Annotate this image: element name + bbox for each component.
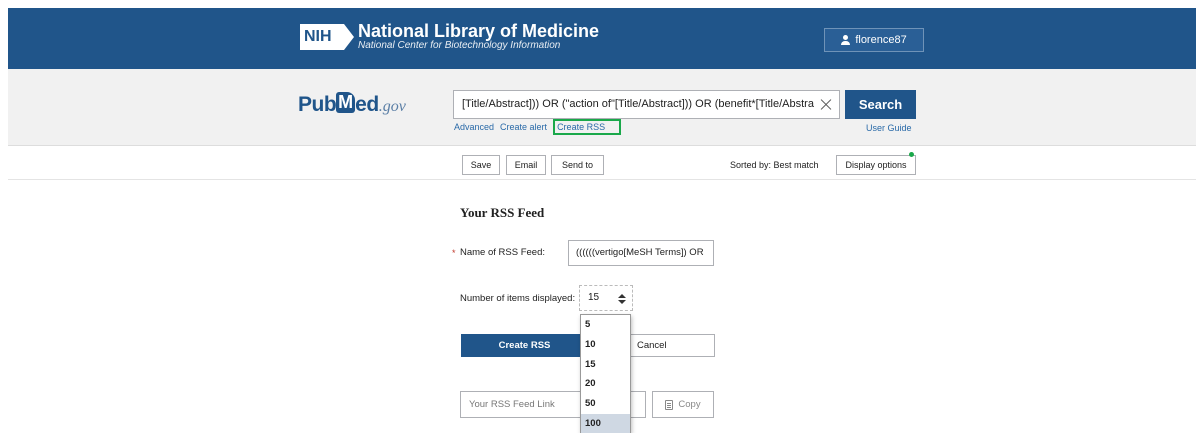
save-button[interactable]: Save xyxy=(462,155,500,175)
dropdown-option[interactable]: 50 xyxy=(581,394,630,414)
nlm-logo[interactable]: NIH National Library of Medicine Nationa… xyxy=(300,22,599,52)
user-account-button[interactable]: florence87 xyxy=(824,28,924,52)
search-links: Advanced Create alert Create RSS xyxy=(454,119,622,135)
dropdown-option[interactable]: 20 xyxy=(581,374,630,394)
items-displayed-select[interactable]: 15 xyxy=(579,285,633,311)
required-mark: * xyxy=(452,248,456,258)
copy-label: Copy xyxy=(678,399,701,410)
pubmed-logo-gov: .gov xyxy=(378,98,406,115)
copy-icon xyxy=(665,399,674,410)
username-label: florence87 xyxy=(855,34,907,46)
create-alert-link[interactable]: Create alert xyxy=(500,122,547,135)
display-options-label: Display options xyxy=(845,160,907,170)
pubmed-logo-pub: Pub xyxy=(298,93,337,116)
nih-badge-icon: NIH xyxy=(300,24,354,50)
pubmed-logo-ed: ed xyxy=(355,93,379,116)
display-options-indicator xyxy=(909,152,914,157)
feed-name-label: Name of RSS Feed: xyxy=(460,247,546,258)
advanced-link[interactable]: Advanced xyxy=(454,122,494,135)
display-options-button[interactable]: Display options xyxy=(836,152,916,175)
dropdown-option[interactable]: 15 xyxy=(581,355,630,375)
search-input[interactable]: [Title/Abstract])) OR ("action of"[Title… xyxy=(453,90,840,119)
pubmed-logo-m: M xyxy=(336,92,356,113)
user-icon xyxy=(841,35,851,45)
user-guide-link[interactable]: User Guide xyxy=(866,123,912,133)
dropdown-option[interactable]: 10 xyxy=(581,335,630,355)
email-button[interactable]: Email xyxy=(506,155,546,175)
items-selected-value: 15 xyxy=(588,292,600,303)
create-rss-link[interactable]: Create RSS xyxy=(553,119,622,135)
dropdown-option-hovered[interactable]: 100 xyxy=(581,413,630,433)
sorted-by-label[interactable]: Sorted by: Best match xyxy=(730,160,819,170)
dropdown-option[interactable]: 5 xyxy=(581,315,630,335)
pubmed-logo[interactable]: Pub Med.gov xyxy=(298,92,406,117)
updown-arrows-icon xyxy=(618,294,626,304)
rss-feed-heading: Your RSS Feed xyxy=(460,205,545,220)
create-rss-button[interactable]: Create RSS xyxy=(461,334,588,357)
copy-button[interactable]: Copy xyxy=(652,391,714,418)
send-to-button[interactable]: Send to xyxy=(551,155,604,175)
items-displayed-label: Number of items displayed: xyxy=(460,293,576,304)
nih-badge-text: NIH xyxy=(300,24,344,50)
ncbi-subtitle: National Center for Biotechnology Inform… xyxy=(358,40,561,51)
clear-search-icon[interactable] xyxy=(814,91,838,118)
items-dropdown-list: 5 10 15 20 50 100 xyxy=(580,314,631,433)
search-button[interactable]: Search xyxy=(845,90,916,119)
nih-banner: NIH National Library of Medicine Nationa… xyxy=(8,8,1196,69)
nlm-title: National Library of Medicine xyxy=(358,21,600,41)
feed-name-input[interactable]: ((((((vertigo[MeSH Terms]) OR xyxy=(568,240,714,266)
toolbar-divider xyxy=(8,179,1196,180)
